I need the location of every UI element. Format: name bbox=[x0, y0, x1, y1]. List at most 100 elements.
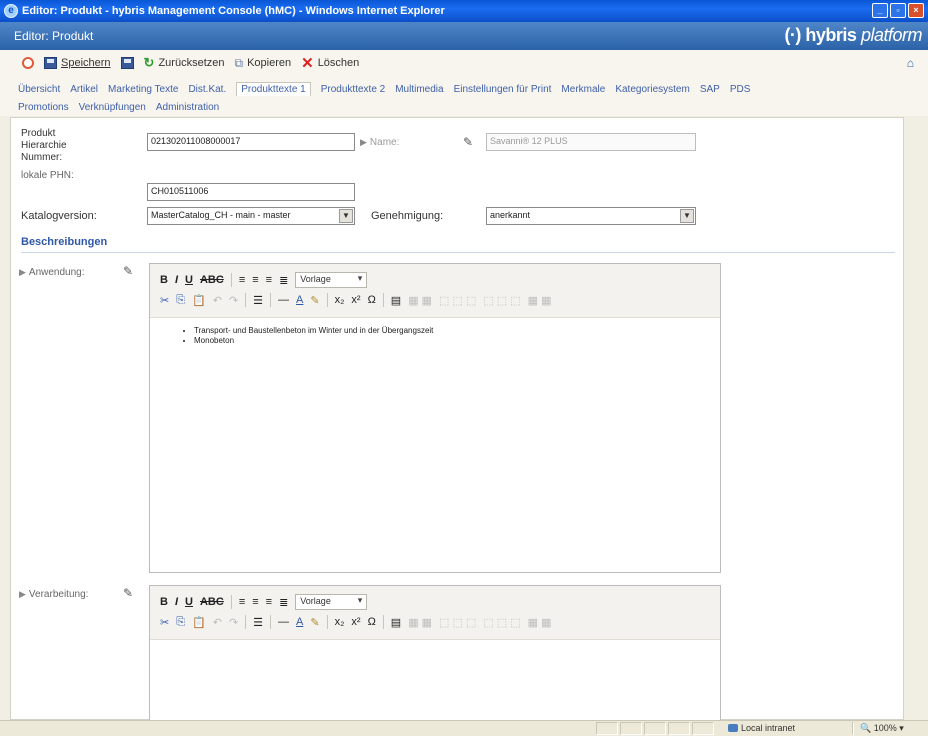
align-left-icon[interactable]: ≡ bbox=[239, 596, 245, 608]
toolbar-separator bbox=[245, 293, 247, 307]
table-row-icon[interactable]: ⬚ ⬚ ⬚ bbox=[439, 294, 476, 307]
name-link-icon[interactable]: ✎ bbox=[463, 135, 473, 149]
save-close-button[interactable] bbox=[120, 57, 134, 69]
table-col-icon[interactable]: ⬚ ⬚ ⬚ bbox=[483, 294, 520, 307]
italic-icon[interactable]: I bbox=[175, 274, 178, 286]
align-center-icon[interactable]: ≡ bbox=[252, 274, 258, 286]
expand-arrow-icon[interactable]: ▶ bbox=[19, 589, 26, 599]
stop-button[interactable] bbox=[22, 57, 34, 69]
tab-kategoriesystem[interactable]: Kategoriesystem bbox=[615, 84, 689, 95]
italic-icon[interactable]: I bbox=[175, 596, 178, 608]
tab-artikel[interactable]: Artikel bbox=[70, 84, 98, 95]
underline-icon[interactable]: U bbox=[185, 274, 193, 286]
text-color-icon[interactable]: A bbox=[296, 294, 303, 306]
local-phn-input[interactable]: CH010511006 bbox=[147, 183, 355, 201]
tab-merkmale[interactable]: Merkmale bbox=[561, 84, 605, 95]
processing-link-icon[interactable]: ✎ bbox=[123, 586, 133, 600]
tab-administration[interactable]: Administration bbox=[156, 102, 219, 113]
security-zone[interactable]: Local intranet bbox=[728, 723, 795, 733]
tab-uebersicht[interactable]: Übersicht bbox=[18, 84, 60, 95]
tab-dist-kat[interactable]: Dist.Kat. bbox=[188, 84, 226, 95]
expand-arrow-icon[interactable]: ▶ bbox=[360, 137, 367, 147]
undo-icon[interactable]: ↶ bbox=[213, 294, 222, 307]
maximize-icon[interactable]: ▫ bbox=[890, 3, 906, 18]
horizontal-rule-icon[interactable]: — bbox=[278, 616, 289, 628]
underline-icon[interactable]: U bbox=[185, 596, 193, 608]
paste-icon[interactable]: 📋 bbox=[192, 294, 206, 307]
application-link-icon[interactable]: ✎ bbox=[123, 264, 133, 278]
copy-icon[interactable]: ⎘ bbox=[176, 294, 185, 307]
tab-einstellungen-print[interactable]: Einstellungen für Print bbox=[454, 84, 552, 95]
table-col-icon[interactable]: ⬚ ⬚ ⬚ bbox=[483, 616, 520, 629]
application-editor-body[interactable]: Transport- und Baustellenbeton im Winter… bbox=[150, 318, 720, 346]
list-icon[interactable]: ☰ bbox=[253, 294, 263, 307]
undo-icon[interactable]: ↶ bbox=[213, 616, 222, 629]
style-dropdown[interactable]: Vorlage bbox=[295, 594, 368, 610]
hierarchy-number-input[interactable]: 021302011008000017 bbox=[147, 133, 355, 151]
tab-produkttexte-2[interactable]: Produkttexte 2 bbox=[321, 84, 385, 95]
align-justify-icon[interactable]: ≣ bbox=[279, 274, 288, 287]
toolbar-separator bbox=[326, 293, 328, 307]
bold-icon[interactable]: B bbox=[160, 274, 168, 286]
table-cell-icon[interactable]: ▦ ▦ bbox=[528, 294, 552, 307]
catalog-version-select[interactable]: MasterCatalog_CH - main - master ▼ bbox=[147, 207, 355, 225]
zoom-control[interactable]: 🔍 100% ▾ bbox=[860, 723, 904, 734]
expand-arrow-icon[interactable]: ▶ bbox=[19, 267, 26, 277]
cut-icon[interactable]: ✂ bbox=[160, 616, 169, 629]
align-justify-icon[interactable]: ≣ bbox=[279, 596, 288, 609]
redo-icon[interactable]: ↷ bbox=[229, 294, 238, 307]
edit-html-icon[interactable]: ▤ bbox=[391, 294, 401, 307]
tab-marketing-texte[interactable]: Marketing Texte bbox=[108, 84, 178, 95]
catalog-version-label: Katalogversion: bbox=[21, 210, 97, 222]
strikethrough-icon[interactable]: ABC bbox=[200, 596, 224, 608]
table-icon[interactable]: ▦ ▦ bbox=[408, 294, 432, 307]
paste-icon[interactable]: 📋 bbox=[192, 616, 206, 629]
pin-icon[interactable]: ⌂ bbox=[907, 56, 914, 70]
redo-icon[interactable]: ↷ bbox=[229, 616, 238, 629]
tab-verknuepfungen[interactable]: Verknüpfungen bbox=[79, 102, 146, 113]
background-color-icon[interactable]: ✎ bbox=[310, 616, 319, 629]
approval-select[interactable]: anerkannt ▼ bbox=[486, 207, 696, 225]
tab-pds[interactable]: PDS bbox=[730, 84, 751, 95]
horizontal-rule-icon[interactable]: — bbox=[278, 294, 289, 306]
tab-row-1: Übersicht Artikel Marketing Texte Dist.K… bbox=[18, 80, 928, 98]
status-cell bbox=[620, 722, 642, 735]
subscript-icon[interactable]: x₂ bbox=[335, 616, 345, 628]
delete-button[interactable]: ✕ Löschen bbox=[301, 54, 359, 72]
processing-editor-body[interactable] bbox=[150, 640, 720, 648]
align-right-icon[interactable]: ≡ bbox=[266, 274, 272, 286]
tab-produkttexte-1[interactable]: Produkttexte 1 bbox=[236, 82, 311, 96]
status-divider bbox=[852, 722, 854, 735]
list-icon[interactable]: ☰ bbox=[253, 616, 263, 629]
tab-promotions[interactable]: Promotions bbox=[18, 102, 69, 113]
cut-icon[interactable]: ✂ bbox=[160, 294, 169, 307]
edit-html-icon[interactable]: ▤ bbox=[391, 616, 401, 629]
special-char-icon[interactable]: Ω bbox=[368, 294, 376, 306]
special-char-icon[interactable]: Ω bbox=[368, 616, 376, 628]
superscript-icon[interactable]: x² bbox=[351, 294, 360, 306]
background-color-icon[interactable]: ✎ bbox=[310, 294, 319, 307]
text-color-icon[interactable]: A bbox=[296, 616, 303, 628]
align-center-icon[interactable]: ≡ bbox=[252, 596, 258, 608]
copy-icon[interactable]: ⎘ bbox=[176, 616, 185, 629]
strikethrough-icon[interactable]: ABC bbox=[200, 274, 224, 286]
minimize-icon[interactable]: _ bbox=[872, 3, 888, 18]
table-icon[interactable]: ▦ ▦ bbox=[408, 616, 432, 629]
tab-row-2: Promotions Verknüpfungen Administration bbox=[18, 98, 928, 116]
bold-icon[interactable]: B bbox=[160, 596, 168, 608]
table-row-icon[interactable]: ⬚ ⬚ ⬚ bbox=[439, 616, 476, 629]
subscript-icon[interactable]: x₂ bbox=[335, 294, 345, 306]
rte-toolbar-row-2: ✂ ⎘ 📋 ↶ ↷ ☰ — A ✎ x₂ x² Ω ▤ ▦ ▦ ⬚ ⬚ ⬚ ⬚ … bbox=[160, 612, 720, 632]
superscript-icon[interactable]: x² bbox=[351, 616, 360, 628]
align-right-icon[interactable]: ≡ bbox=[266, 596, 272, 608]
copy-button[interactable]: ⧉ Kopieren bbox=[234, 56, 291, 71]
name-input[interactable]: Savanni® 12 PLUS bbox=[486, 133, 696, 151]
close-icon[interactable]: × bbox=[908, 3, 924, 18]
table-cell-icon[interactable]: ▦ ▦ bbox=[528, 616, 552, 629]
reset-button[interactable]: ↻ Zurücksetzen bbox=[144, 55, 225, 71]
tab-sap[interactable]: SAP bbox=[700, 84, 720, 95]
align-left-icon[interactable]: ≡ bbox=[239, 274, 245, 286]
save-button[interactable]: Speichern bbox=[44, 57, 111, 69]
style-dropdown[interactable]: Vorlage bbox=[295, 272, 368, 288]
tab-multimedia[interactable]: Multimedia bbox=[395, 84, 443, 95]
